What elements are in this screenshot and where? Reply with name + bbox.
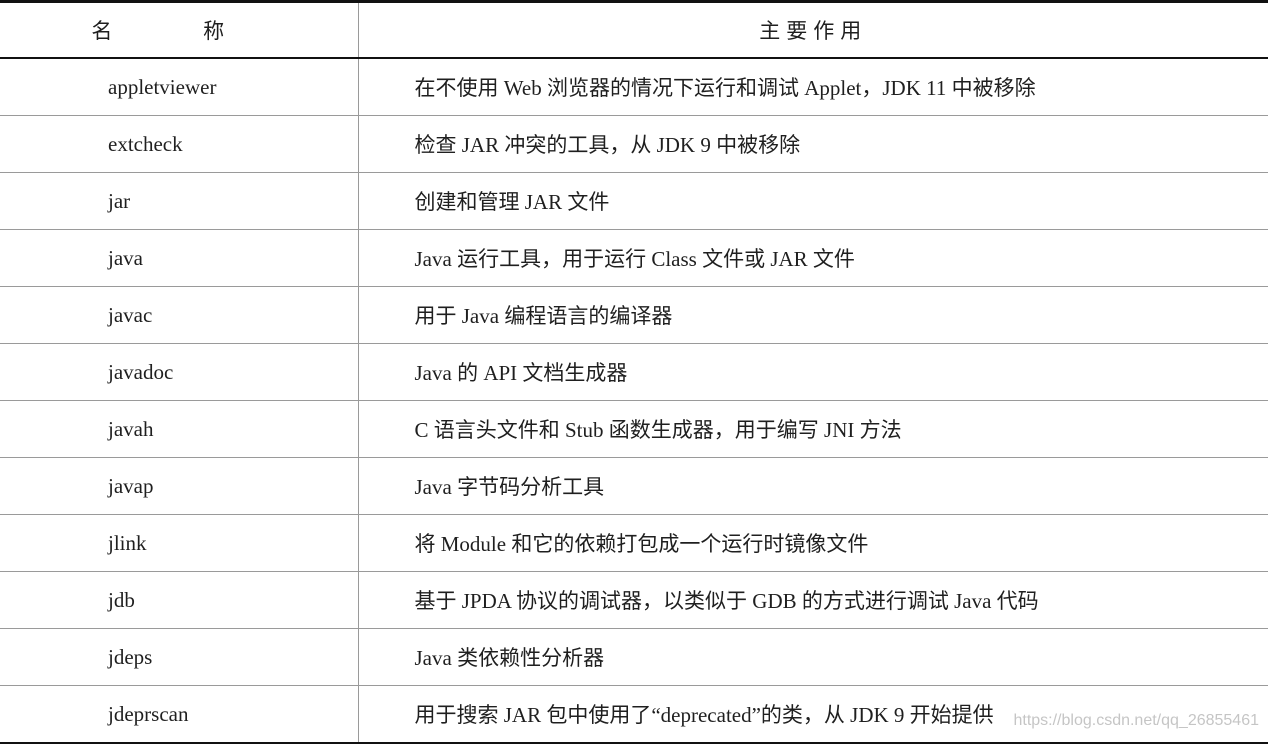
tool-description-cell: Java 运行工具，用于运行 Class 文件或 JAR 文件 — [357, 229, 1268, 287]
tool-description-cell: 检查 JAR 冲突的工具，从 JDK 9 中被移除 — [357, 115, 1268, 173]
tool-description-cell: 创建和管理 JAR 文件 — [357, 172, 1268, 230]
tool-name-cell: javac — [0, 286, 358, 344]
tool-name-cell: jar — [0, 172, 358, 230]
table-row: jlink 将 Module 和它的依赖打包成一个运行时镜像文件 — [0, 514, 1268, 572]
table-row: javap Java 字节码分析工具 — [0, 457, 1268, 515]
table-row: jar 创建和管理 JAR 文件 — [0, 172, 1268, 230]
tool-name-cell: javap — [0, 457, 358, 515]
tool-name-cell: jlink — [0, 514, 358, 572]
tool-name-cell: jdeps — [0, 628, 358, 686]
table-row: jdeps Java 类依赖性分析器 — [0, 628, 1268, 686]
tool-description-cell: C 语言头文件和 Stub 函数生成器，用于编写 JNI 方法 — [357, 400, 1268, 458]
tool-name-cell: jdb — [0, 571, 358, 629]
tool-description-cell: 将 Module 和它的依赖打包成一个运行时镜像文件 — [357, 514, 1268, 572]
table-row: jdb 基于 JPDA 协议的调试器，以类似于 GDB 的方式进行调试 Java… — [0, 571, 1268, 629]
tool-name-cell: java — [0, 229, 358, 287]
column-header-purpose: 主要作用 — [357, 0, 1268, 59]
table-row: java Java 运行工具，用于运行 Class 文件或 JAR 文件 — [0, 229, 1268, 287]
tool-name-cell: jdeprscan — [0, 685, 358, 744]
tool-description-cell: 基于 JPDA 协议的调试器，以类似于 GDB 的方式进行调试 Java 代码 — [357, 571, 1268, 629]
tool-description-cell: 在不使用 Web 浏览器的情况下运行和调试 Applet，JDK 11 中被移除 — [357, 58, 1268, 116]
column-header-name: 名 称 — [0, 0, 358, 59]
tool-name-cell: javah — [0, 400, 358, 458]
table-row: appletviewer 在不使用 Web 浏览器的情况下运行和调试 Apple… — [0, 58, 1268, 116]
tool-name-cell: javadoc — [0, 343, 358, 401]
table-row: javac 用于 Java 编程语言的编译器 — [0, 286, 1268, 344]
tool-description-cell: 用于 Java 编程语言的编译器 — [357, 286, 1268, 344]
tool-description-cell: Java 的 API 文档生成器 — [357, 343, 1268, 401]
tool-name-cell: appletviewer — [0, 58, 358, 116]
tool-name-cell: extcheck — [0, 115, 358, 173]
watermark-text: https://blog.csdn.net/qq_26855461 — [1013, 712, 1259, 729]
table-row: extcheck 检查 JAR 冲突的工具，从 JDK 9 中被移除 — [0, 115, 1268, 173]
table-header-row: 名 称 主要作用 — [0, 0, 1268, 59]
table-row: javadoc Java 的 API 文档生成器 — [0, 343, 1268, 401]
tool-description-cell: Java 字节码分析工具 — [357, 457, 1268, 515]
tool-description-cell: Java 类依赖性分析器 — [357, 628, 1268, 686]
jdk-tools-table: 名 称 主要作用 appletviewer 在不使用 Web 浏览器的情况下运行… — [0, 0, 1268, 744]
table-row: javah C 语言头文件和 Stub 函数生成器，用于编写 JNI 方法 — [0, 400, 1268, 458]
